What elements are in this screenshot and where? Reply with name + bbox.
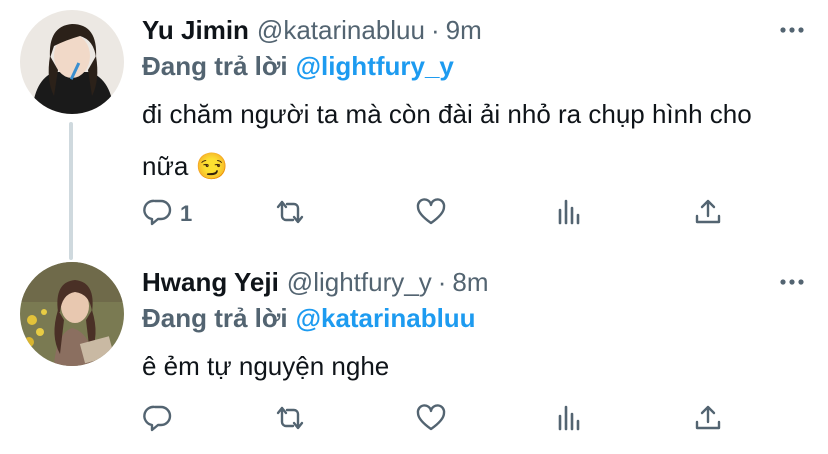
reply-icon: [142, 196, 174, 233]
more-options-icon[interactable]: [778, 270, 806, 294]
reply-mention-link[interactable]: @katarinabluu: [296, 303, 476, 333]
timestamp[interactable]: 8m: [452, 264, 488, 300]
analytics-icon: [554, 402, 586, 439]
analytics-button[interactable]: [554, 194, 586, 234]
tweet-text: ê ẻm tự nguyện nghe: [142, 351, 390, 381]
handle[interactable]: @lightfury_y: [287, 264, 432, 300]
tweet-header: Yu Jimin @katarinabluu · 9m: [142, 12, 482, 48]
retweet-button[interactable]: [274, 400, 306, 440]
tweet-actions: 1: [142, 194, 742, 234]
retweet-icon: [274, 196, 306, 233]
reply-button[interactable]: [142, 400, 180, 440]
separator-dot: ·: [437, 267, 447, 297]
replying-to-label: Đang trả lời: [142, 303, 288, 333]
replying-to: Đang trả lời @lightfury_y: [142, 48, 454, 84]
timestamp[interactable]: 9m: [446, 12, 482, 48]
share-icon: [692, 196, 724, 233]
avatar[interactable]: [20, 10, 124, 114]
separator-dot: ·: [430, 15, 440, 45]
retweet-button[interactable]: [274, 194, 306, 234]
tweet-actions: [142, 400, 742, 440]
replying-to: Đang trả lời @katarinabluu: [142, 300, 476, 336]
retweet-icon: [274, 402, 306, 439]
share-button[interactable]: [692, 400, 724, 440]
share-button[interactable]: [692, 194, 724, 234]
replying-to-label: Đang trả lời: [142, 51, 288, 81]
tweet-header: Hwang Yeji @lightfury_y · 8m: [142, 264, 489, 300]
reply-count: 1: [180, 201, 193, 226]
reply-button[interactable]: 1: [142, 194, 192, 234]
thread-line: [69, 122, 73, 260]
analytics-button[interactable]: [554, 400, 586, 440]
like-button[interactable]: [415, 400, 447, 440]
reply-icon: [142, 402, 174, 439]
tweet-yu-jimin[interactable]: Yu Jimin @katarinabluu · 9m Đang trả lời…: [0, 0, 828, 260]
more-options-icon[interactable]: [778, 18, 806, 42]
tweet-hwang-yeji[interactable]: Hwang Yeji @lightfury_y · 8m Đang trả lờ…: [0, 252, 828, 454]
avatar[interactable]: [20, 262, 124, 366]
heart-icon: [415, 196, 447, 233]
like-button[interactable]: [415, 194, 447, 234]
handle[interactable]: @katarinabluu: [257, 12, 425, 48]
display-name[interactable]: Yu Jimin: [142, 12, 249, 48]
analytics-icon: [554, 196, 586, 233]
reply-mention-link[interactable]: @lightfury_y: [296, 51, 454, 81]
heart-icon: [415, 402, 447, 439]
display-name[interactable]: Hwang Yeji: [142, 264, 279, 300]
tweet-text: đi chăm người ta mà còn đài ải nhỏ ra ch…: [142, 99, 752, 181]
share-icon: [692, 402, 724, 439]
